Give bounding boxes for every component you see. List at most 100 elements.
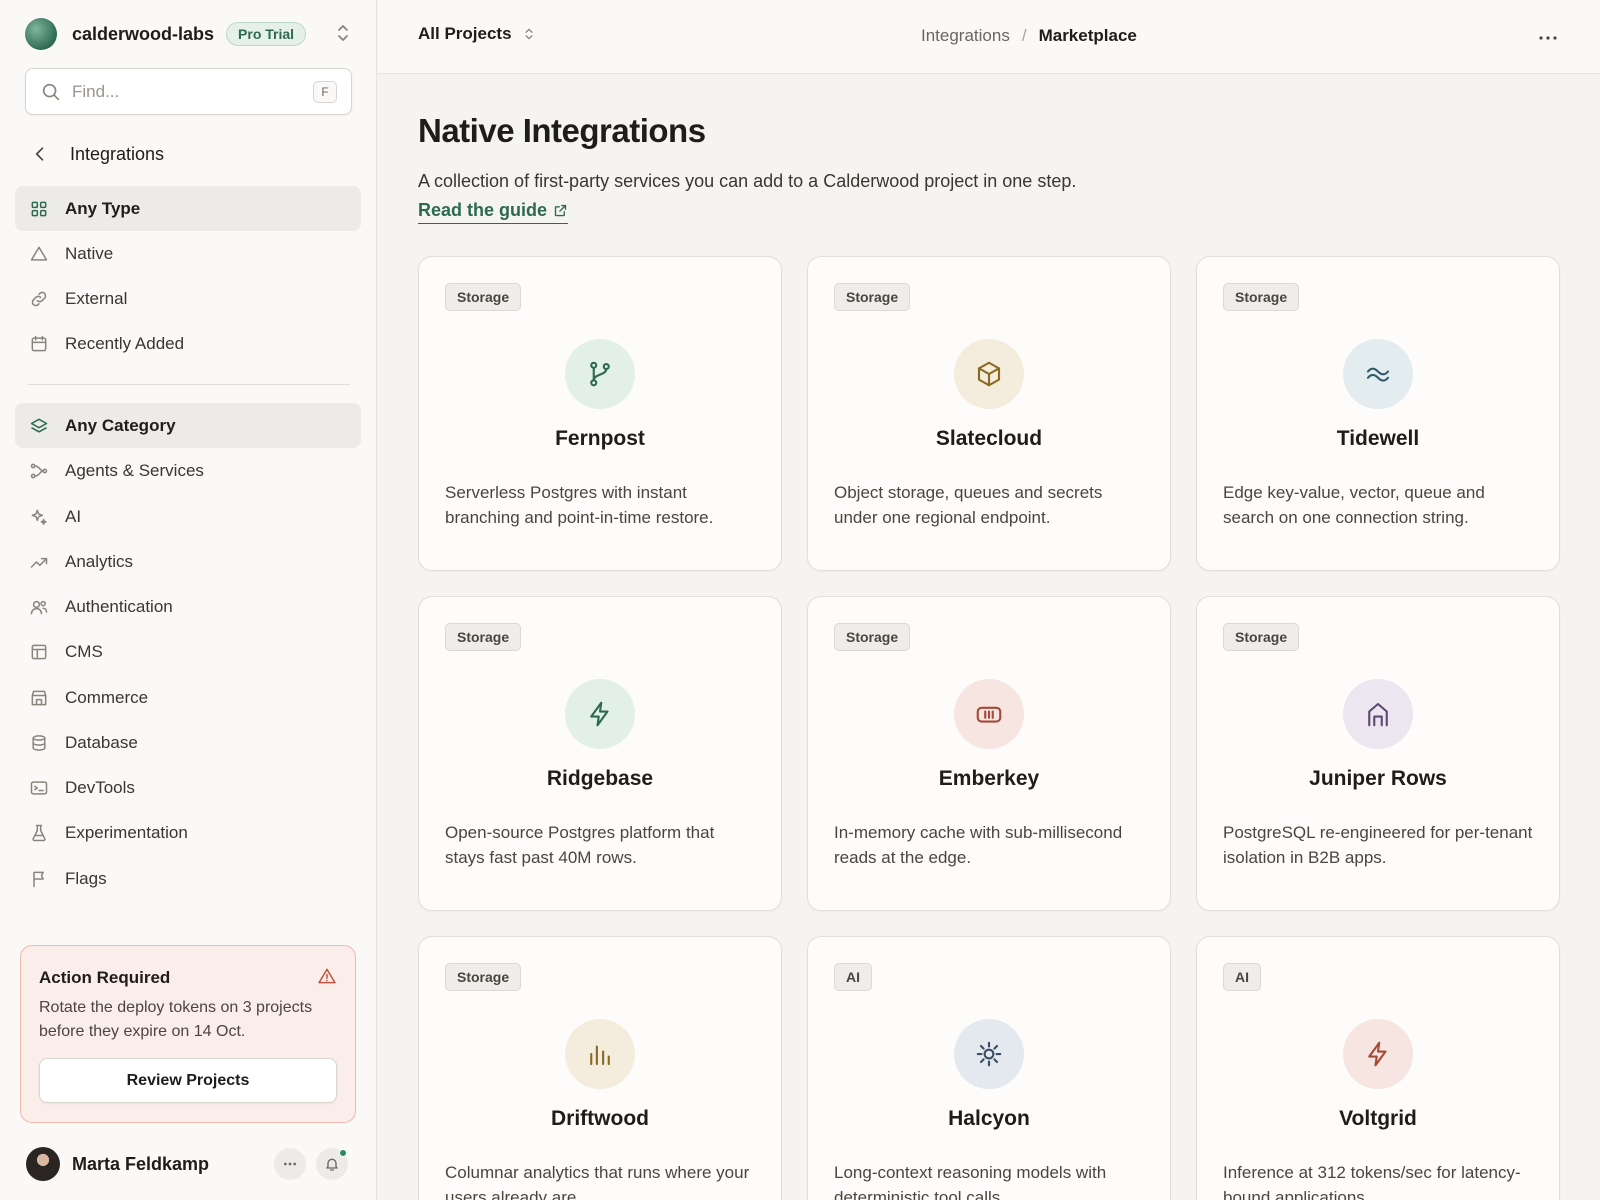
integration-card[interactable]: AI Voltgrid Inference at 312 tokens/sec fo… [1196,936,1560,1200]
integration-card[interactable]: Storage Juniper Rows PostgreSQL re-enginee… [1196,596,1560,911]
nav-label: Commerce [65,687,149,707]
nav-label: Authentication [65,596,173,616]
team-name: calderwood-labs [72,23,215,44]
nav-label: Database [65,732,138,752]
category-tag: Storage [445,283,522,311]
sidebar-divider [28,384,350,385]
integration-card[interactable]: AI Halcyon Long-context reasoning models w… [807,936,1171,1200]
nav-label: External [65,288,128,308]
filter-commerce[interactable]: Commerce [15,675,361,720]
integration-name: Tidewell [1336,427,1420,450]
category-tag: Storage [834,623,911,651]
filter-any-type[interactable]: Any Type [15,186,361,231]
filter-native[interactable]: Native [15,231,361,276]
filter-cms[interactable]: CMS [15,629,361,674]
workflow-icon [30,463,48,478]
layout-icon [31,644,47,659]
integration-card[interactable]: Storage Tidewell Edge key-value, vector, q… [1196,256,1560,571]
integration-icon-badge [954,679,1024,749]
trend-icon [30,557,48,568]
store-icon [31,690,47,705]
review-projects-button[interactable]: Review Projects [39,1058,337,1103]
sun-icon [976,1041,1002,1067]
terminal-icon [30,780,48,795]
integration-description: Edge key-value, vector, queue and search… [1223,483,1485,527]
integration-description: Object storage, queues and secrets under… [834,483,1103,527]
filter-external[interactable]: External [15,276,361,321]
guide-link-label: Read the guide [418,200,548,220]
user-menu[interactable]: Marta Feldkamp [26,1147,351,1181]
page-title: Native Integrations [418,112,706,149]
user-more-button[interactable] [274,1148,306,1180]
back-to-integrations[interactable]: Integrations [30,140,164,168]
nav-label: CMS [65,641,103,661]
external-link-icon [554,204,567,217]
filter-flags[interactable]: Flags [15,856,361,901]
more-horizontal-icon[interactable] [1536,26,1560,50]
team-switcher[interactable]: calderwood-labs Pro Trial [25,17,355,51]
integration-name: Driftwood [551,1107,649,1130]
category-tag: Storage [445,963,522,991]
filter-experimentation[interactable]: Experimentation [15,810,361,855]
integration-name: Voltgrid [1339,1107,1417,1130]
cube-icon [977,361,1001,387]
category-tag: Storage [1223,623,1300,651]
read-guide-link[interactable]: Read the guide [418,200,569,224]
filter-any-category[interactable]: Any Category [15,403,361,448]
project-switcher[interactable]: All Projects [418,24,536,44]
integration-description: Open-source Postgres platform that stays… [445,823,715,867]
category-tag: Storage [445,623,522,651]
alert-body: Rotate the deploy tokens on 3 projects b… [39,999,313,1040]
nav-label: Analytics [65,551,134,571]
search-input[interactable] [72,81,292,102]
grid-icon [31,201,47,216]
integration-icon-badge [1343,679,1413,749]
breadcrumb: Integrations / Marketplace [921,26,1137,46]
integration-card[interactable]: Storage Ridgebase Open-source Postgres pla… [418,596,782,911]
filter-agents-services[interactable]: Agents & Services [15,448,361,493]
filter-database[interactable]: Database [15,720,361,765]
sidebar: calderwood-labs Pro Trial F Integrations… [0,0,377,1200]
integration-description: Long-context reasoning models with deter… [834,1163,1107,1200]
filter-authentication[interactable]: Authentication [15,584,361,629]
page-subtitle: A collection of first-party services you… [418,171,1077,191]
search-box[interactable]: F [25,68,352,115]
integration-description: Serverless Postgres with instant branchi… [445,483,714,527]
breadcrumb-integrations[interactable]: Integrations [921,26,1010,46]
integration-card[interactable]: Storage Slatecloud Object storage, queues … [807,256,1171,571]
category-tag: AI [834,963,872,991]
integration-card[interactable]: Storage Fernpost Serverless Postgres with … [418,256,782,571]
users-icon [30,600,48,614]
filter-recently-added[interactable]: Recently Added [15,321,361,366]
breadcrumb-marketplace: Marketplace [1038,26,1137,45]
integration-name: Ridgebase [546,767,654,790]
link-icon [31,291,47,306]
database-icon [32,734,46,751]
filter-ai[interactable]: AI [15,494,361,539]
integration-card[interactable]: Storage Emberkey In-memory cache with sub-… [807,596,1171,911]
waves-icon [1366,367,1390,382]
integration-name: Slatecloud [935,427,1043,450]
nav-label: Native [65,243,114,263]
integration-icon-badge [1343,339,1413,409]
avatar [26,1147,60,1181]
nav-label: Flags [65,868,107,888]
integration-description: PostgreSQL re-engineered for per-tenant … [1223,823,1533,867]
integration-name: Halcyon [948,1107,1030,1130]
integration-icon-badge [954,339,1024,409]
filter-analytics[interactable]: Analytics [15,539,361,584]
integration-card[interactable]: Storage Driftwood Columnar analytics that … [418,936,782,1200]
category-tag: AI [1223,963,1261,991]
bolt-icon [1368,1041,1387,1067]
nav-label: Experimentation [65,822,188,842]
nav-label: DevTools [65,777,135,797]
chevron-updown-icon[interactable] [331,21,355,45]
notifications-button[interactable] [316,1148,348,1180]
bolt-icon [590,701,609,727]
project-label: All Projects [418,24,512,43]
plan-badge: Pro Trial [226,22,307,46]
integration-icon-badge [565,1019,635,1089]
filter-devtools[interactable]: DevTools [15,765,361,810]
nav-label: Agents & Services [65,460,204,480]
team-avatar [25,18,57,50]
